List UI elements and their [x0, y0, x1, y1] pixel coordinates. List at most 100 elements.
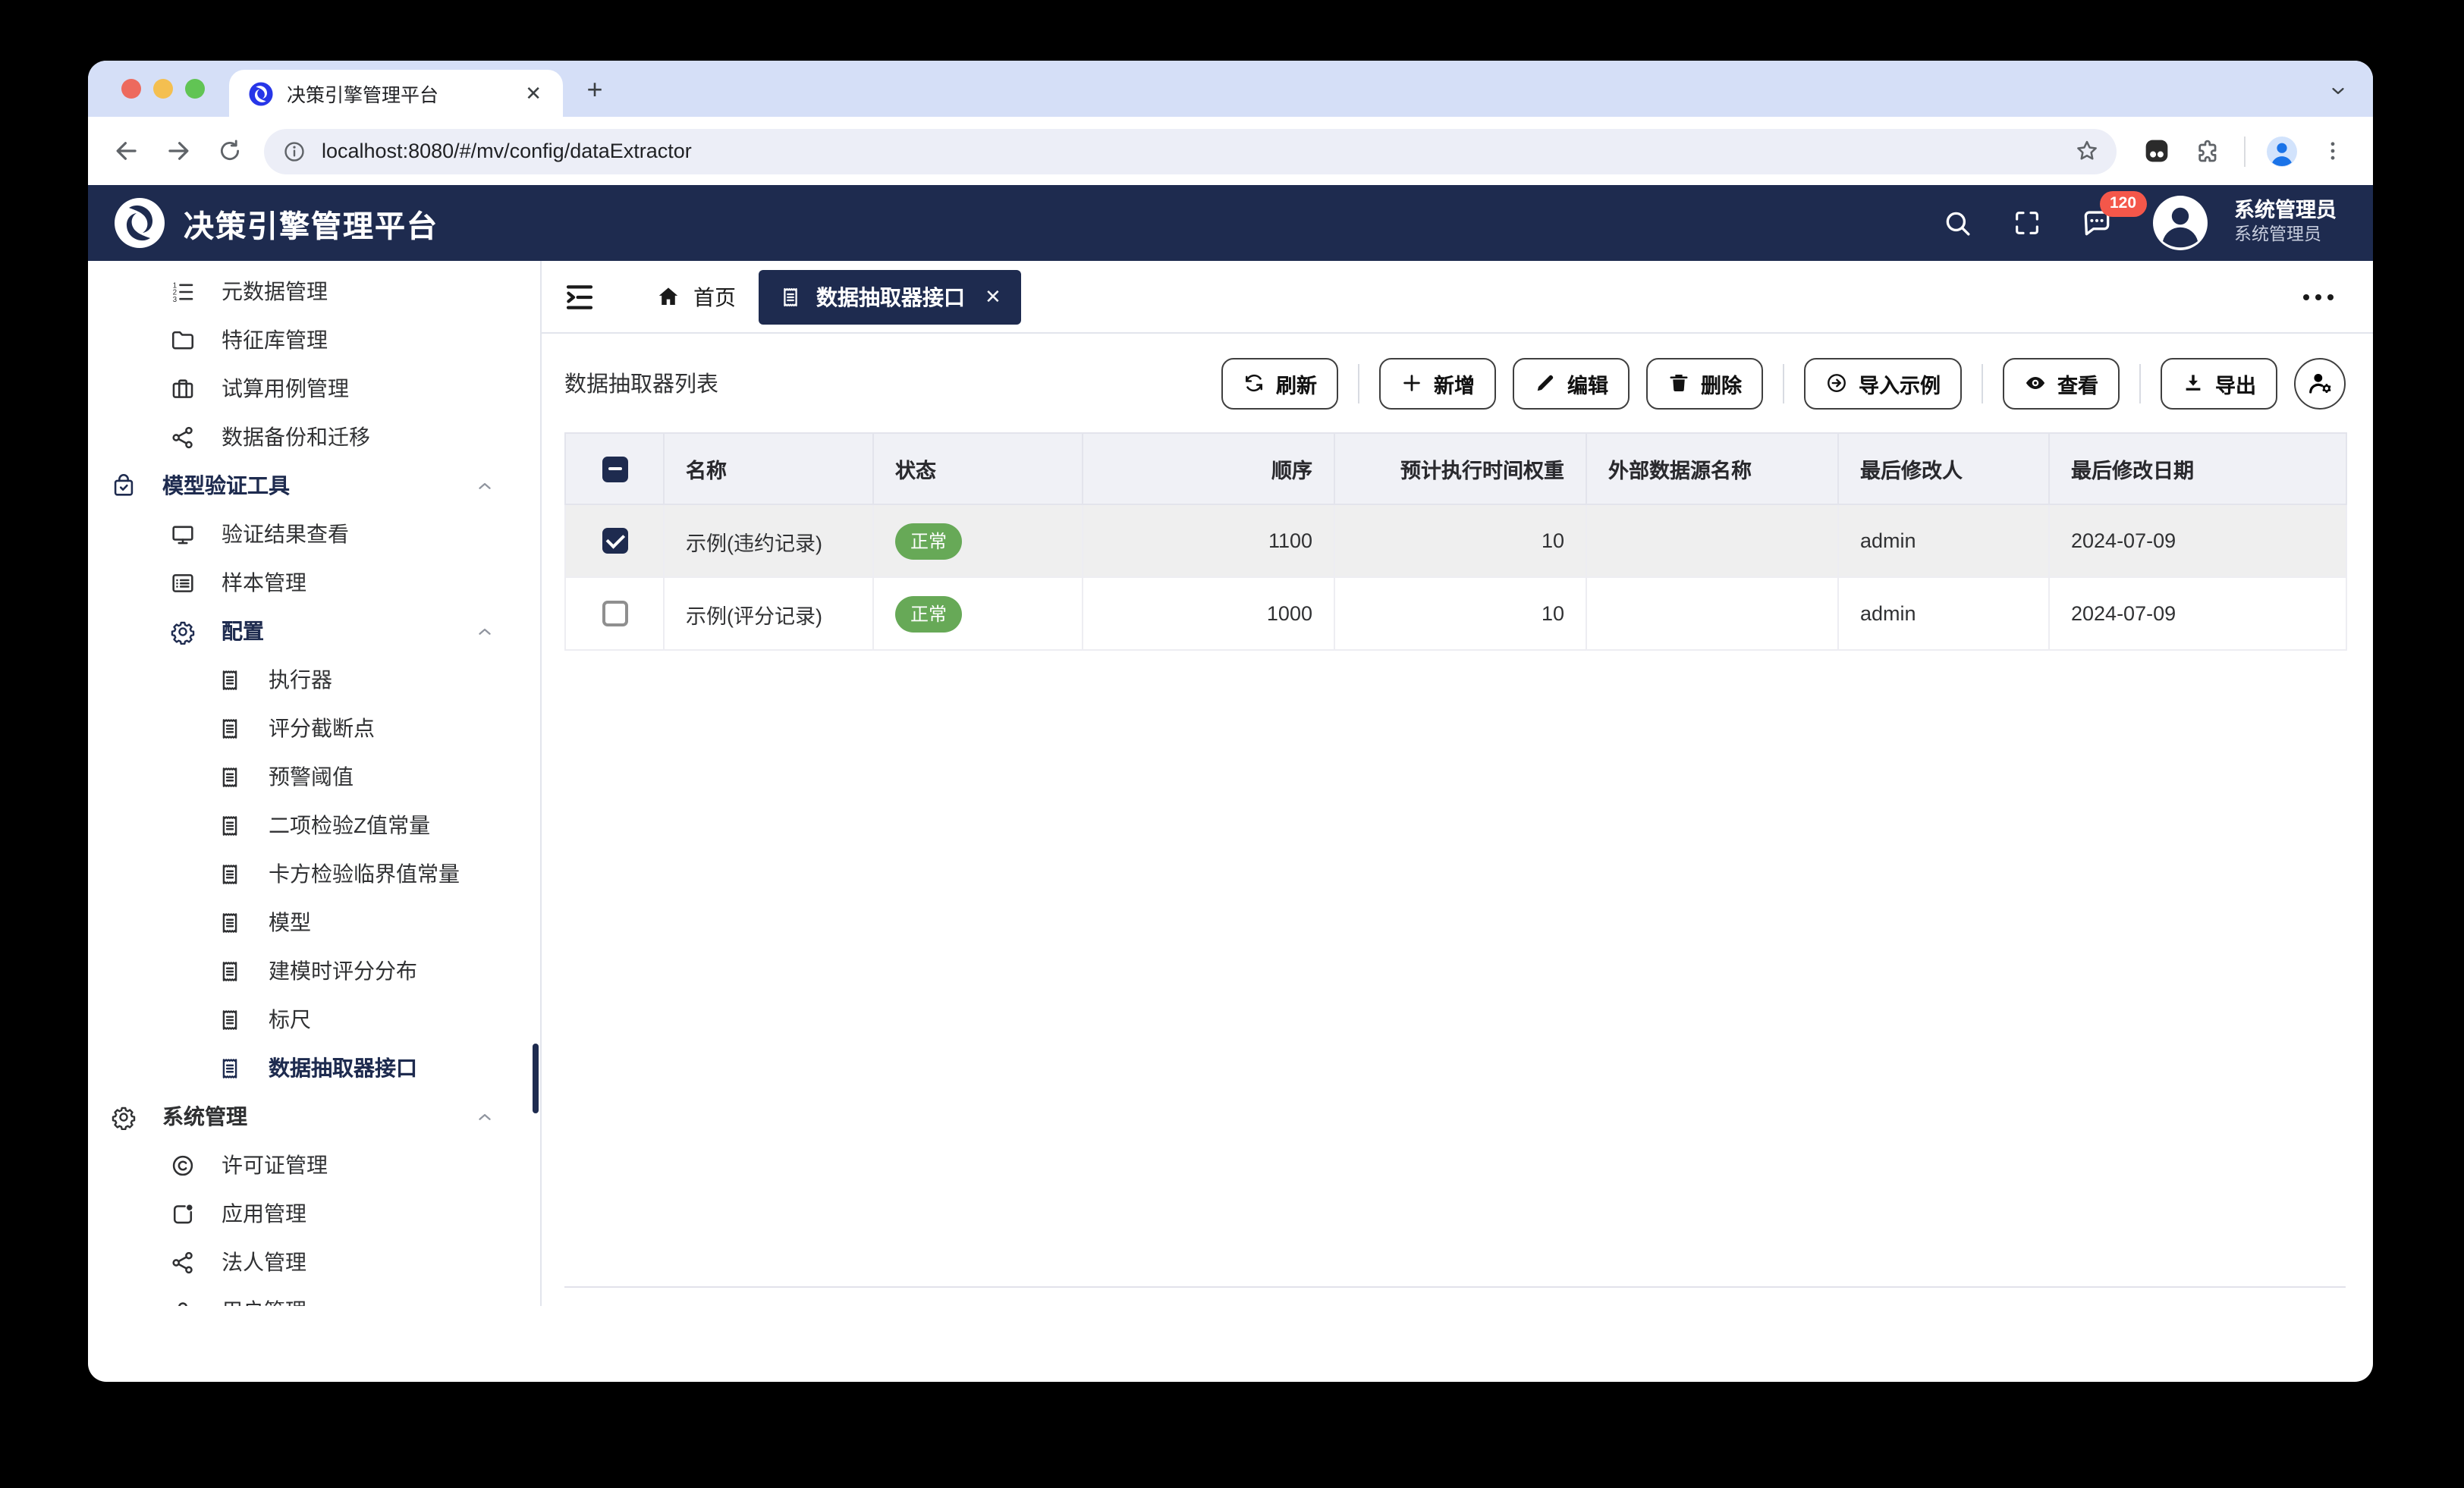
cell-external-source — [1586, 504, 1839, 578]
reload-button[interactable] — [203, 125, 255, 177]
column-header-modified-by: 最后修改人 — [1838, 432, 2050, 505]
sidebar-item-sample-mgmt[interactable]: 样本管理 — [88, 558, 540, 607]
browser-profile-avatar[interactable] — [2261, 125, 2303, 177]
sidebar-item-validation-results[interactable]: 验证结果查看 — [88, 510, 540, 558]
sidebar-group-model-validation[interactable]: 模型验证工具 — [88, 461, 540, 510]
receipt-icon — [217, 861, 243, 887]
tab-data-extractor[interactable]: 数据抽取器接口 ✕ — [759, 269, 1021, 324]
extension-shortcut-icon[interactable] — [2135, 125, 2177, 177]
window-controls — [88, 79, 205, 117]
app-header: 决策引擎管理平台 120 系统管理员 系统管理员 — [88, 185, 2373, 261]
user-info[interactable]: 系统管理员 系统管理员 — [2234, 199, 2337, 247]
app-box-icon — [170, 1201, 196, 1226]
receipt-icon — [217, 812, 243, 838]
add-button[interactable]: 新增 — [1379, 357, 1496, 409]
user-avatar[interactable] — [2151, 194, 2208, 252]
minimize-window-button[interactable] — [153, 79, 173, 99]
sidebar-item-score-cutoff[interactable]: 评分截断点 — [88, 704, 540, 752]
bookmark-star-icon[interactable] — [2065, 130, 2107, 172]
sidebar-item-modeling-score-dist[interactable]: 建模时评分分布 — [88, 946, 540, 995]
chevron-up-icon — [475, 476, 495, 495]
site-info-icon[interactable] — [282, 139, 306, 163]
sidebar-item-model[interactable]: 模型 — [88, 898, 540, 946]
url-text[interactable]: localhost:8080/#/mv/config/dataExtractor — [322, 140, 2065, 162]
close-window-button[interactable] — [121, 79, 141, 99]
toolbar-divider — [2244, 136, 2246, 166]
button-divider — [1783, 363, 1784, 403]
browser-tab[interactable]: 决策引擎管理平台 ✕ — [229, 70, 563, 117]
close-tab-icon[interactable]: ✕ — [519, 80, 548, 106]
sidebar-item-ruler[interactable]: 标尺 — [88, 995, 540, 1044]
ordered-list-icon — [170, 278, 196, 304]
header-actions: 120 系统管理员 系统管理员 — [1941, 191, 2337, 252]
tab-search-chevron-icon[interactable] — [2327, 80, 2349, 102]
table-row[interactable]: 示例(评分记录) 正常 1000 10 admin 2024-07-09 — [564, 577, 2347, 651]
cell-modified-date: 2024-07-09 — [2049, 504, 2347, 578]
refresh-button[interactable]: 刷新 — [1221, 357, 1338, 409]
tab-home[interactable]: 首页 — [655, 281, 736, 312]
receipt-icon — [217, 667, 243, 692]
receipt-icon — [778, 284, 803, 309]
import-sample-button[interactable]: 导入示例 — [1804, 357, 1962, 409]
cell-modified-by: admin — [1838, 504, 2050, 578]
sidebar-scrollbar-thumb[interactable] — [533, 1044, 539, 1113]
receipt-icon — [217, 958, 243, 984]
sidebar-item-executor[interactable]: 执行器 — [88, 655, 540, 704]
sidebar-item-alert-threshold[interactable]: 预警阈值 — [88, 752, 540, 801]
new-tab-button[interactable]: + — [575, 70, 614, 109]
sidebar-item-trial-cases[interactable]: 试算用例管理 — [88, 364, 540, 413]
header-search-icon[interactable] — [1941, 207, 1973, 239]
receipt-icon — [217, 909, 243, 935]
app-logo — [114, 197, 165, 249]
sidebar-item-data-extractor[interactable]: 数据抽取器接口 — [88, 1044, 540, 1092]
sidebar-item-chisq-critical[interactable]: 卡方检验临界值常量 — [88, 849, 540, 898]
user-gear-icon — [2305, 369, 2334, 397]
sidebar-item-backup[interactable]: 数据备份和迁移 — [88, 413, 540, 461]
row-checkbox[interactable] — [602, 528, 627, 554]
row-checkbox[interactable] — [602, 601, 627, 626]
browser-window: 决策引擎管理平台 ✕ + localhost:8080/#/mv/config/… — [88, 61, 2373, 1382]
message-count-badge: 120 — [2099, 191, 2148, 216]
edit-button[interactable]: 编辑 — [1513, 357, 1630, 409]
fullscreen-icon[interactable] — [2011, 208, 2041, 238]
export-button[interactable]: 导出 — [2161, 357, 2277, 409]
forward-button[interactable] — [152, 125, 203, 177]
extensions-icon[interactable] — [2186, 125, 2229, 177]
sidebar-item-license[interactable]: 许可证管理 — [88, 1141, 540, 1189]
cell-status: 正常 — [873, 504, 1083, 578]
delete-button[interactable]: 删除 — [1646, 357, 1763, 409]
user-name: 系统管理员 — [2234, 199, 2337, 222]
plus-icon — [1400, 372, 1423, 394]
select-all-checkbox[interactable] — [602, 456, 627, 482]
cell-weight: 10 — [1334, 577, 1587, 651]
chevron-up-icon — [475, 621, 495, 641]
cell-external-source — [1586, 577, 1839, 651]
zoom-window-button[interactable] — [185, 79, 205, 99]
messages-icon[interactable]: 120 — [2079, 191, 2148, 240]
sidebar-item-applications[interactable]: 应用管理 — [88, 1189, 540, 1238]
collapse-sidebar-icon[interactable] — [561, 278, 598, 315]
column-header-order: 顺序 — [1083, 432, 1335, 505]
column-header-weight: 预计执行时间权重 — [1334, 432, 1587, 505]
column-settings-button[interactable] — [2294, 357, 2346, 409]
view-button[interactable]: 查看 — [2003, 357, 2120, 409]
back-button[interactable] — [100, 125, 152, 177]
browser-tab-title: 决策引擎管理平台 — [287, 85, 439, 106]
sidebar-item-feature-lib[interactable]: 特征库管理 — [88, 315, 540, 364]
sidebar-item-legal-entity[interactable]: 法人管理 — [88, 1238, 540, 1286]
sidebar-item-binomial-z[interactable]: 二项检验Z值常量 — [88, 801, 540, 849]
receipt-icon — [217, 1006, 243, 1032]
main-content: 首页 数据抽取器接口 ✕ 数据抽取器列表 刷新 新增 编辑 删除 导入示例 查看… — [542, 261, 2373, 1306]
close-tab-icon[interactable]: ✕ — [985, 284, 1001, 309]
data-table: 名称 状态 顺序 预计执行时间权重 外部数据源名称 最后修改人 最后修改日期 示… — [564, 432, 2347, 651]
favicon — [249, 81, 273, 105]
sidebar-group-config[interactable]: 配置 — [88, 607, 540, 655]
table-row[interactable]: 示例(违约记录) 正常 1100 10 admin 2024-07-09 — [564, 504, 2347, 578]
sidebar-item-users[interactable]: 用户管理 — [88, 1286, 540, 1306]
more-actions-icon[interactable] — [2303, 294, 2334, 300]
address-bar[interactable]: localhost:8080/#/mv/config/dataExtractor — [264, 128, 2117, 174]
browser-menu-icon[interactable] — [2312, 125, 2352, 177]
sidebar-group-system[interactable]: 系统管理 — [88, 1092, 540, 1141]
sidebar-item-metadata[interactable]: 元数据管理 — [88, 267, 540, 315]
sidebar: 元数据管理 特征库管理 试算用例管理 数据备份和迁移 模型验证工具 验证结果查看… — [88, 261, 542, 1306]
